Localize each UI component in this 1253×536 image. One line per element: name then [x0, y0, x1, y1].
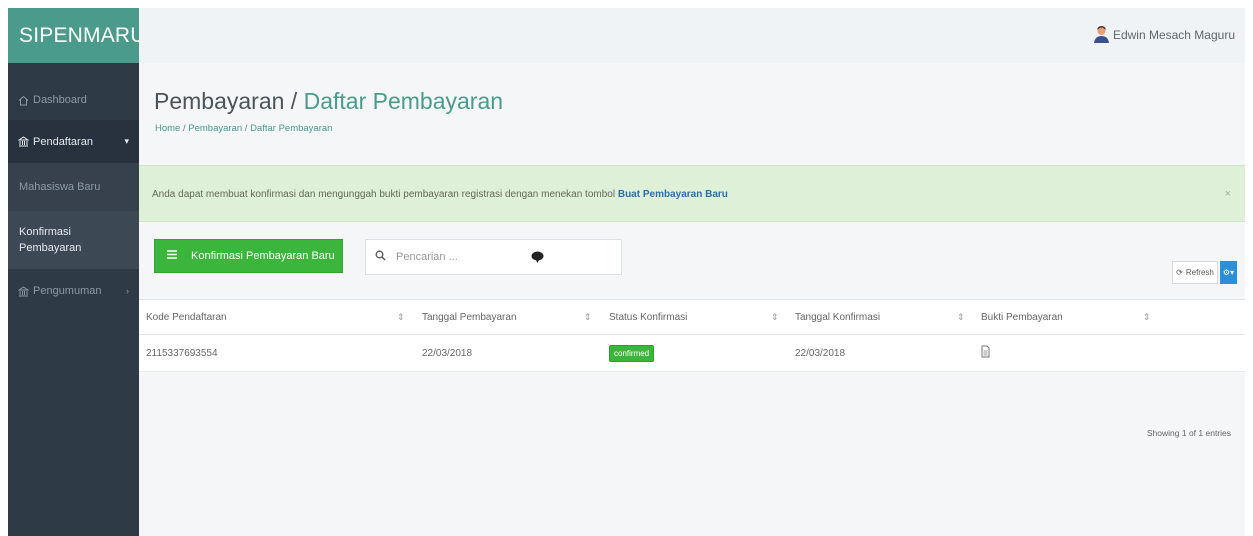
- sort-icon[interactable]: ⇕: [584, 300, 592, 334]
- cell-bukti: [981, 335, 990, 371]
- file-icon[interactable]: [981, 345, 990, 361]
- status-badge: confirmed: [609, 344, 655, 362]
- cell-status: confirmed: [609, 335, 655, 371]
- button-label: Konfirmasi Pembayaran Baru: [191, 250, 335, 262]
- page-title-main: Pembayaran: [154, 88, 285, 114]
- user-menu[interactable]: Edwin Mesach Maguru: [1092, 25, 1235, 44]
- sort-icon[interactable]: ⇕: [771, 300, 779, 334]
- refresh-label: Refresh: [1185, 268, 1214, 277]
- bank-icon: [17, 136, 29, 148]
- column-header-bukti[interactable]: Bukti Pembayaran: [981, 300, 1063, 334]
- top-navbar: Edwin Mesach Maguru: [139, 8, 1245, 63]
- search-placeholder: Pencarian ...: [396, 251, 458, 263]
- user-name: Edwin Mesach Maguru: [1112, 27, 1235, 42]
- page-title-separator: /: [284, 88, 304, 114]
- column-header-tanggal-konfirmasi[interactable]: Tanggal Konfirmasi: [795, 300, 880, 334]
- close-icon[interactable]: ×: [1225, 166, 1231, 223]
- table-header-row: Kode Pendaftaran ⇕ Tanggal Pembayaran ⇕ …: [139, 299, 1245, 335]
- table-row: 2115337693554 22/03/2018 confirmed 22/03…: [139, 335, 1245, 372]
- list-icon: [167, 250, 177, 262]
- home-icon: [17, 94, 29, 106]
- comment-icon: [531, 251, 544, 266]
- chevron-right-icon: ›: [126, 286, 129, 296]
- sidebar-item-label: Mahasiswa Baru: [19, 181, 101, 193]
- sidebar-item-label: Pengumuman: [33, 285, 102, 297]
- cell-tanggal-pembayaran: 22/03/2018: [422, 347, 473, 359]
- main-content: Pembayaran / Daftar Pembayaran Home / Pe…: [139, 63, 1245, 536]
- breadcrumb: Home / Pembayaran / Daftar Pembayaran: [155, 123, 333, 134]
- columns-toggle-button[interactable]: ⚙▾: [1220, 261, 1237, 284]
- sort-icon[interactable]: ⇕: [1143, 300, 1151, 334]
- page-title: Pembayaran / Daftar Pembayaran: [154, 88, 503, 115]
- page-title-accent: Daftar Pembayaran: [303, 88, 504, 114]
- bank-icon: [17, 285, 29, 297]
- info-alert: Anda dapat membuat konfirmasi dan mengun…: [139, 165, 1245, 222]
- cell-tanggal-konfirmasi: 22/03/2018: [795, 347, 846, 359]
- payments-table: Kode Pendaftaran ⇕ Tanggal Pembayaran ⇕ …: [139, 299, 1245, 372]
- breadcrumb-current: Daftar Pembayaran: [250, 123, 333, 134]
- search-icon: [375, 250, 386, 264]
- refresh-button[interactable]: ⟳ Refresh: [1172, 261, 1218, 284]
- columns-icon: ⚙▾: [1222, 268, 1235, 277]
- brand-logo[interactable]: SIPENMARU: [8, 8, 145, 63]
- column-header-tanggal-pembayaran[interactable]: Tanggal Pembayaran: [422, 300, 517, 334]
- refresh-icon: ⟳: [1176, 268, 1183, 277]
- sidebar-item-label: Pendaftaran: [33, 135, 93, 148]
- sidebar-item-mahasiswa-baru[interactable]: Mahasiswa Baru: [8, 163, 139, 211]
- search-input[interactable]: Pencarian ...: [365, 239, 622, 275]
- sidebar-item-dashboard[interactable]: Dashboard: [8, 80, 139, 120]
- sidebar-item-pendaftaran[interactable]: Pendaftaran ▾: [8, 120, 139, 163]
- sidebar-item-label: Konfirmasi Pembayaran: [19, 225, 82, 255]
- alert-text: Anda dapat membuat konfirmasi dan mengun…: [152, 189, 616, 200]
- avatar: [1092, 25, 1111, 44]
- new-payment-confirmation-button[interactable]: Konfirmasi Pembayaran Baru: [154, 239, 343, 273]
- sidebar-item-pengumuman[interactable]: Pengumuman ›: [8, 269, 139, 313]
- sort-icon[interactable]: ⇕: [957, 300, 965, 334]
- column-header-status[interactable]: Status Konfirmasi: [609, 300, 687, 334]
- breadcrumb-pembayaran[interactable]: Pembayaran: [188, 123, 242, 134]
- breadcrumb-home[interactable]: Home: [155, 123, 180, 134]
- column-header-kode[interactable]: Kode Pendaftaran: [146, 300, 227, 334]
- sidebar-item-label: Dashboard: [33, 94, 87, 106]
- chevron-down-icon: ▾: [124, 136, 129, 146]
- cell-kode: 2115337693554: [146, 347, 218, 359]
- sidebar-item-konfirmasi-pembayaran[interactable]: Konfirmasi Pembayaran: [8, 211, 139, 269]
- sort-icon[interactable]: ⇕: [397, 300, 405, 334]
- sidebar: SIPENMARU Dashboard Pendaftaran ▾ Mahasi…: [8, 8, 145, 536]
- alert-highlight: Buat Pembayaran Baru: [617, 189, 728, 200]
- pagination-info: Showing 1 of 1 entries: [1146, 428, 1231, 438]
